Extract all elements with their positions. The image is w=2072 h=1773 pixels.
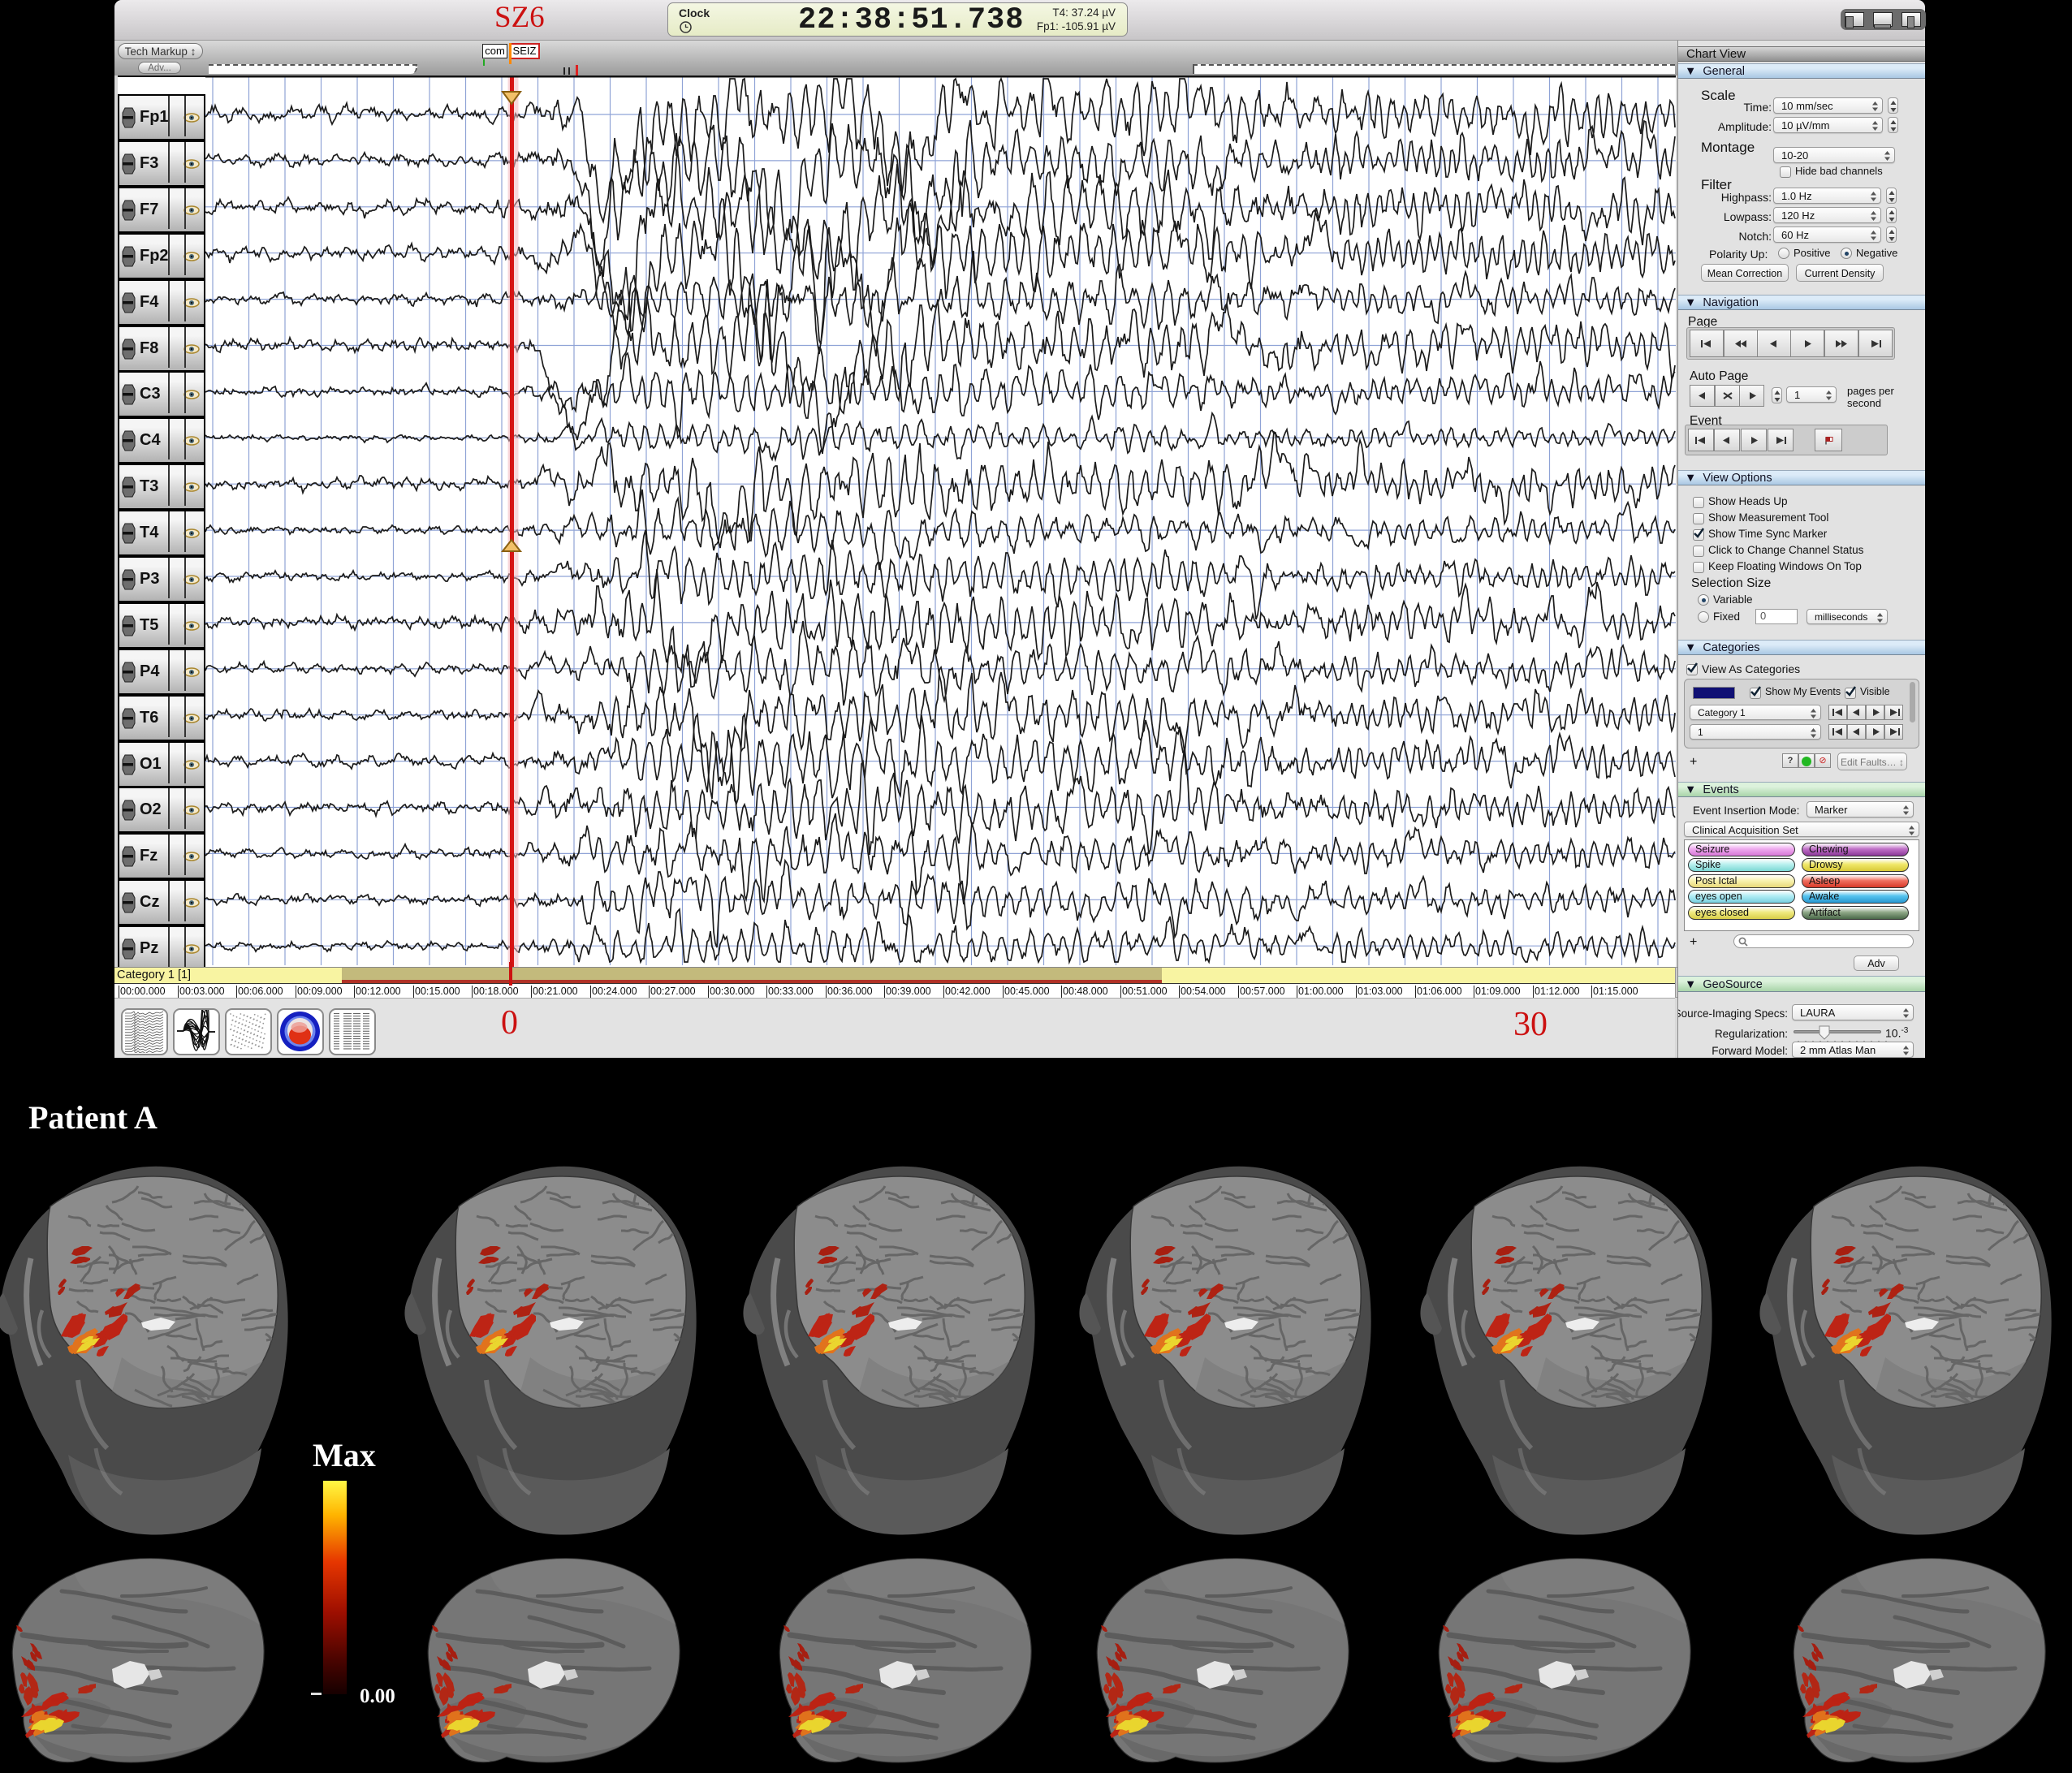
svg-text:Max: Max — [313, 1437, 376, 1473]
svg-text:0.00: 0.00 — [360, 1685, 395, 1707]
svg-text:Patient A: Patient A — [28, 1099, 158, 1136]
